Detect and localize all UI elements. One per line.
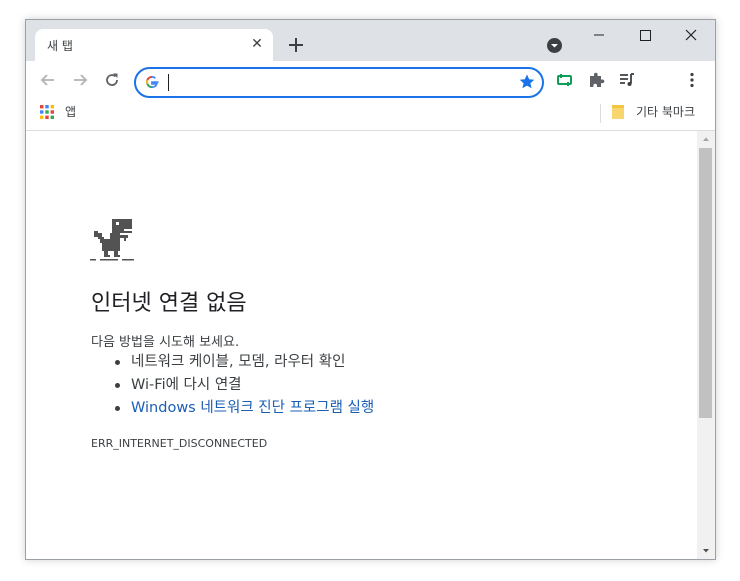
- back-button[interactable]: [38, 70, 58, 90]
- bullet: [115, 383, 120, 388]
- bookmarks-separator: [600, 104, 601, 123]
- star-icon[interactable]: [518, 73, 536, 91]
- suggestion-item: Wi-Fi에 다시 연결: [91, 374, 374, 397]
- tab-new-tab[interactable]: 새 탭 ✕: [35, 29, 273, 61]
- media-queue-icon: [620, 73, 634, 86]
- suggestions-list: 네트워크 케이블, 모뎀, 라우터 확인 Wi-Fi에 다시 연결 Window…: [91, 351, 374, 420]
- close-window-button[interactable]: [680, 28, 702, 44]
- apps-grid-icon: [40, 105, 54, 119]
- extension-button[interactable]: [555, 70, 575, 90]
- error-code: ERR_INTERNET_DISCONNECTED: [91, 437, 268, 450]
- menu-button[interactable]: [682, 70, 702, 90]
- bullet: [115, 406, 120, 411]
- arrow-right-icon: [74, 74, 88, 86]
- folder-icon: [612, 105, 624, 119]
- arrow-left-icon: [40, 74, 54, 86]
- bookmarks-bar: 앱 기타 북마크: [26, 99, 715, 131]
- run-diagnostics-link[interactable]: Windows 네트워크 진단 프로그램 실행: [91, 397, 374, 420]
- chevron-down-icon: [551, 44, 558, 48]
- extensions-button[interactable]: [586, 70, 606, 90]
- maximize-icon: [640, 30, 651, 41]
- reload-icon: [106, 73, 118, 86]
- maximize-button[interactable]: [634, 28, 656, 44]
- bullet: [115, 360, 120, 365]
- tab-strip: 새 탭 ✕: [26, 20, 715, 61]
- reload-button[interactable]: [102, 70, 122, 90]
- forward-button[interactable]: [70, 70, 90, 90]
- vertical-scrollbar[interactable]: [697, 131, 715, 559]
- kebab-menu-icon: [690, 72, 694, 88]
- close-icon: [685, 29, 697, 41]
- scrollbar-thumb[interactable]: [699, 148, 712, 418]
- toolbar: [26, 61, 715, 99]
- error-title: 인터넷 연결 없음: [91, 291, 247, 316]
- puzzle-icon: [590, 72, 605, 87]
- error-subtitle: 다음 방법을 시도해 보세요.: [91, 335, 240, 350]
- plus-icon: [289, 38, 303, 52]
- google-g-icon: [146, 75, 159, 89]
- extension-green-icon: [557, 74, 572, 86]
- suggestion-link-text[interactable]: Windows 네트워크 진단 프로그램 실행: [131, 400, 374, 416]
- minimize-button[interactable]: [588, 28, 610, 44]
- suggestion-text: 네트워크 케이블, 모뎀, 라우터 확인: [131, 354, 346, 370]
- address-input[interactable]: [168, 72, 468, 92]
- suggestion-text: Wi-Fi에 다시 연결: [131, 377, 242, 393]
- suggestion-item: 네트워크 케이블, 모뎀, 라우터 확인: [91, 351, 374, 374]
- tab-close-icon[interactable]: ✕: [249, 36, 265, 52]
- browser-window: 새 탭 ✕ 앱 기타 북마크 인터넷 연결 없음 다음 방법을 시도해 보세요.…: [25, 19, 716, 560]
- minimize-icon: [594, 34, 604, 36]
- page-content: 인터넷 연결 없음 다음 방법을 시도해 보세요. 네트워크 케이블, 모뎀, …: [26, 131, 697, 559]
- offline-dino-icon[interactable]: [90, 217, 136, 263]
- tab-search-button[interactable]: [547, 38, 562, 53]
- scroll-down-icon[interactable]: [697, 542, 715, 559]
- tab-title: 새 탭: [47, 39, 73, 53]
- scroll-up-icon[interactable]: [697, 131, 715, 148]
- text-caret: [168, 74, 169, 91]
- media-queue-button[interactable]: [617, 70, 637, 90]
- apps-label: 앱: [65, 105, 77, 119]
- omnibox[interactable]: [134, 67, 544, 98]
- other-bookmarks-label: 기타 북마크: [636, 105, 696, 119]
- new-tab-button[interactable]: [285, 34, 307, 56]
